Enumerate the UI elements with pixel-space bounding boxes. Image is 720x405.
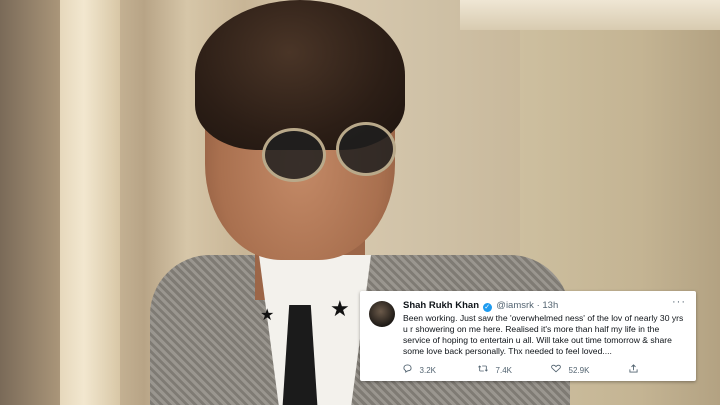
verified-badge-icon: ✓: [482, 303, 492, 312]
tweet-actions: 3.2K 7.4K 52.9K: [403, 364, 653, 376]
tweet-text: Been working. Just saw the 'overwhelmed …: [403, 313, 684, 356]
reply-icon: [403, 364, 415, 375]
share-icon: [629, 364, 638, 375]
separator: ·: [536, 300, 540, 311]
sunglasses-left-lens: [262, 128, 326, 182]
share-button[interactable]: [629, 364, 643, 375]
like-button[interactable]: 52.9K: [551, 364, 589, 375]
retweet-icon: [478, 365, 491, 375]
door-frame: [60, 0, 120, 405]
retweet-count: 7.4K: [495, 366, 512, 375]
heart-icon: [551, 364, 564, 375]
tweet-header: Shah Rukh Khan ✓ @iamsrk · 13h: [403, 300, 558, 312]
tweet-card[interactable]: Shah Rukh Khan ✓ @iamsrk · 13h ··· Been …: [360, 291, 696, 381]
retweet-button[interactable]: 7.4K: [478, 364, 512, 375]
more-options-icon[interactable]: ···: [672, 296, 686, 308]
collar-star-icon: ★: [260, 307, 275, 324]
like-count: 52.9K: [568, 366, 590, 375]
author-handle[interactable]: @iamsrk: [496, 300, 534, 311]
reply-count: 3.2K: [419, 366, 436, 375]
collar-star-icon: ★: [330, 296, 350, 321]
reply-button[interactable]: 3.2K: [403, 364, 436, 375]
author-name[interactable]: Shah Rukh Khan: [403, 300, 479, 311]
tweet-time[interactable]: 13h: [542, 300, 558, 311]
sunglasses-right-lens: [336, 122, 396, 176]
ceiling-molding: [460, 0, 720, 30]
avatar[interactable]: [369, 301, 395, 327]
